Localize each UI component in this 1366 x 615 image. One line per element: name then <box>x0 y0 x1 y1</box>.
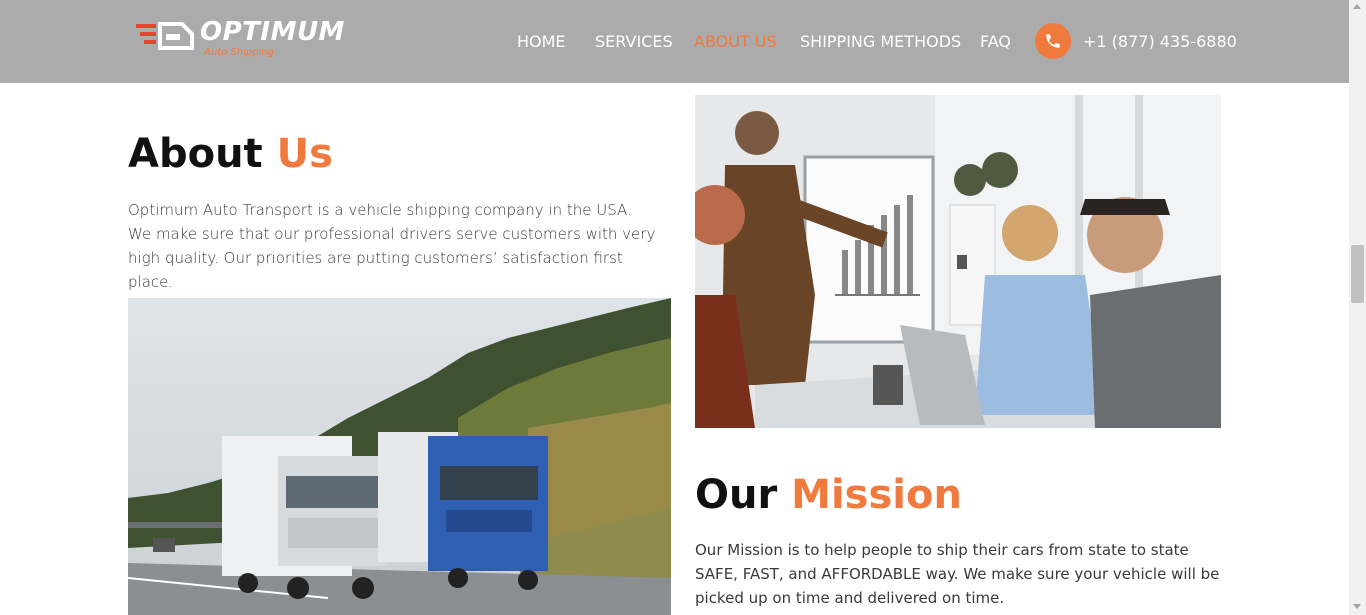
phone-button[interactable] <box>1035 23 1071 59</box>
logo-text: OPTIMUM <box>200 17 345 47</box>
site-header: OPTIMUM Auto Shipping HOME SERVICES ABOU… <box>0 0 1349 83</box>
about-heading-accent: Us <box>276 131 333 177</box>
phone-number-link[interactable]: +1 (877) 435-6880 <box>1083 32 1237 51</box>
about-text: Optimum Auto Transport is a vehicle ship… <box>128 201 656 291</box>
meeting-image <box>695 95 1221 428</box>
about-heading: About Us <box>128 131 333 177</box>
page-scrollbar[interactable] <box>1349 0 1366 615</box>
nav-shipping-methods[interactable]: SHIPPING METHODS <box>800 32 961 51</box>
nav-about-us[interactable]: ABOUT US <box>694 32 777 51</box>
nav-faq[interactable]: FAQ <box>980 32 1011 51</box>
trucks-image <box>128 298 671 615</box>
nav-home[interactable]: HOME <box>517 32 566 51</box>
mission-text: Our Mission is to help people to ship th… <box>695 541 1220 607</box>
mission-heading-main: Our <box>695 472 778 518</box>
scroll-up-arrow-icon[interactable] <box>1353 4 1361 9</box>
about-heading-main: About <box>128 131 263 177</box>
site-logo[interactable]: OPTIMUM Auto Shipping <box>136 17 346 60</box>
scrollbar-thumb[interactable] <box>1351 245 1364 303</box>
scroll-down-arrow-icon[interactable] <box>1353 604 1361 609</box>
mission-heading-accent: Mission <box>791 472 962 518</box>
truck-logo-icon <box>136 22 194 50</box>
phone-icon <box>1046 34 1060 48</box>
mission-heading: Our Mission <box>695 472 962 518</box>
logo-subtitle: Auto Shipping <box>204 47 275 58</box>
nav-services[interactable]: SERVICES <box>595 32 673 51</box>
